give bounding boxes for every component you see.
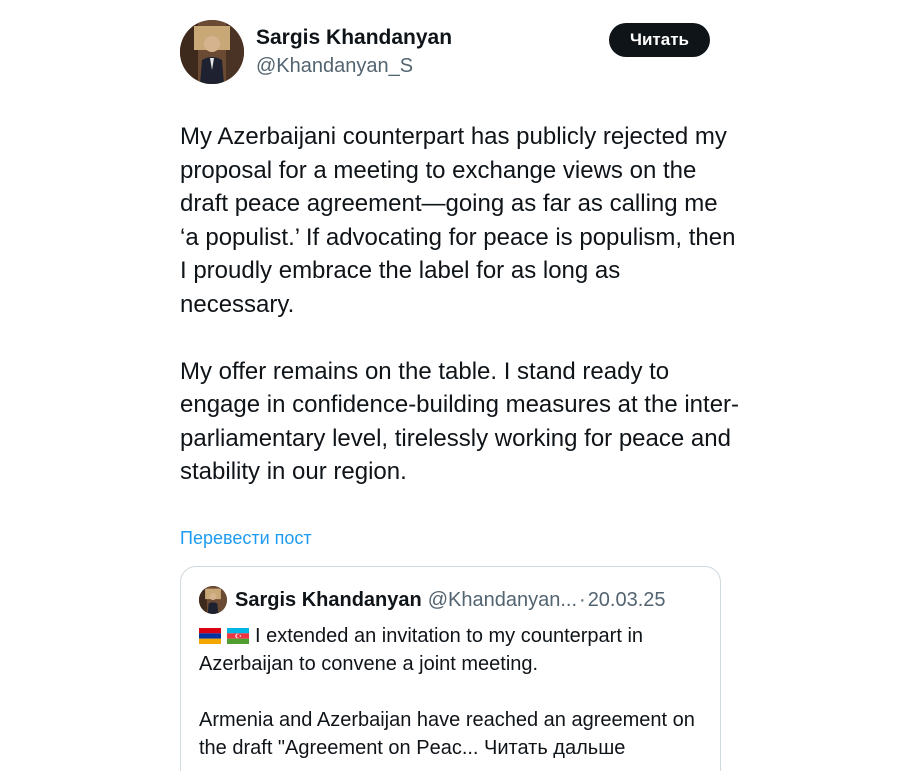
translate-post-link[interactable]: Перевести пост [180,528,312,549]
quoted-tweet-header: Sargis Khandanyan @Khandanyan... · 20.03… [199,586,666,614]
armenia-flag-icon [199,628,221,644]
azerbaijan-flag-icon [227,628,249,644]
avatar-image [199,586,227,614]
quoted-paragraph: Armenia and Azerbaijan have reached an a… [199,706,709,762]
read-button[interactable]: Читать [609,23,710,57]
quoted-paragraph: I extended an invitation to my counterpa… [199,622,709,678]
tweet-paragraph: My offer remains on the table. I stand r… [180,357,740,486]
tweet-paragraph: My Azerbaijani counterpart has publicly … [180,123,736,318]
quoted-tweet[interactable]: Sargis Khandanyan @Khandanyan... · 20.03… [180,566,721,771]
avatar[interactable] [180,20,244,84]
quoted-text-line: I extended an invitation to my counterpa… [199,625,644,675]
author-handle[interactable]: @Khandanyan_S [256,55,413,78]
separator-dot: · [579,588,586,611]
author-name[interactable]: Sargis Khandanyan [256,26,452,50]
tweet-text: My Azerbaijani counterpart has publicly … [180,120,740,489]
quoted-avatar [199,586,227,614]
quoted-tweet-text: I extended an invitation to my counterpa… [199,622,709,762]
quoted-date: 20.03.25 [587,588,666,611]
read-more-link[interactable]: Читать дальше [484,737,625,759]
avatar-image [180,20,244,84]
quoted-author-handle: @Khandanyan... [427,588,578,611]
tweet: Sargis Khandanyan @Khandanyan_S Читать M… [0,0,900,771]
quoted-author-name: Sargis Khandanyan [235,588,422,611]
